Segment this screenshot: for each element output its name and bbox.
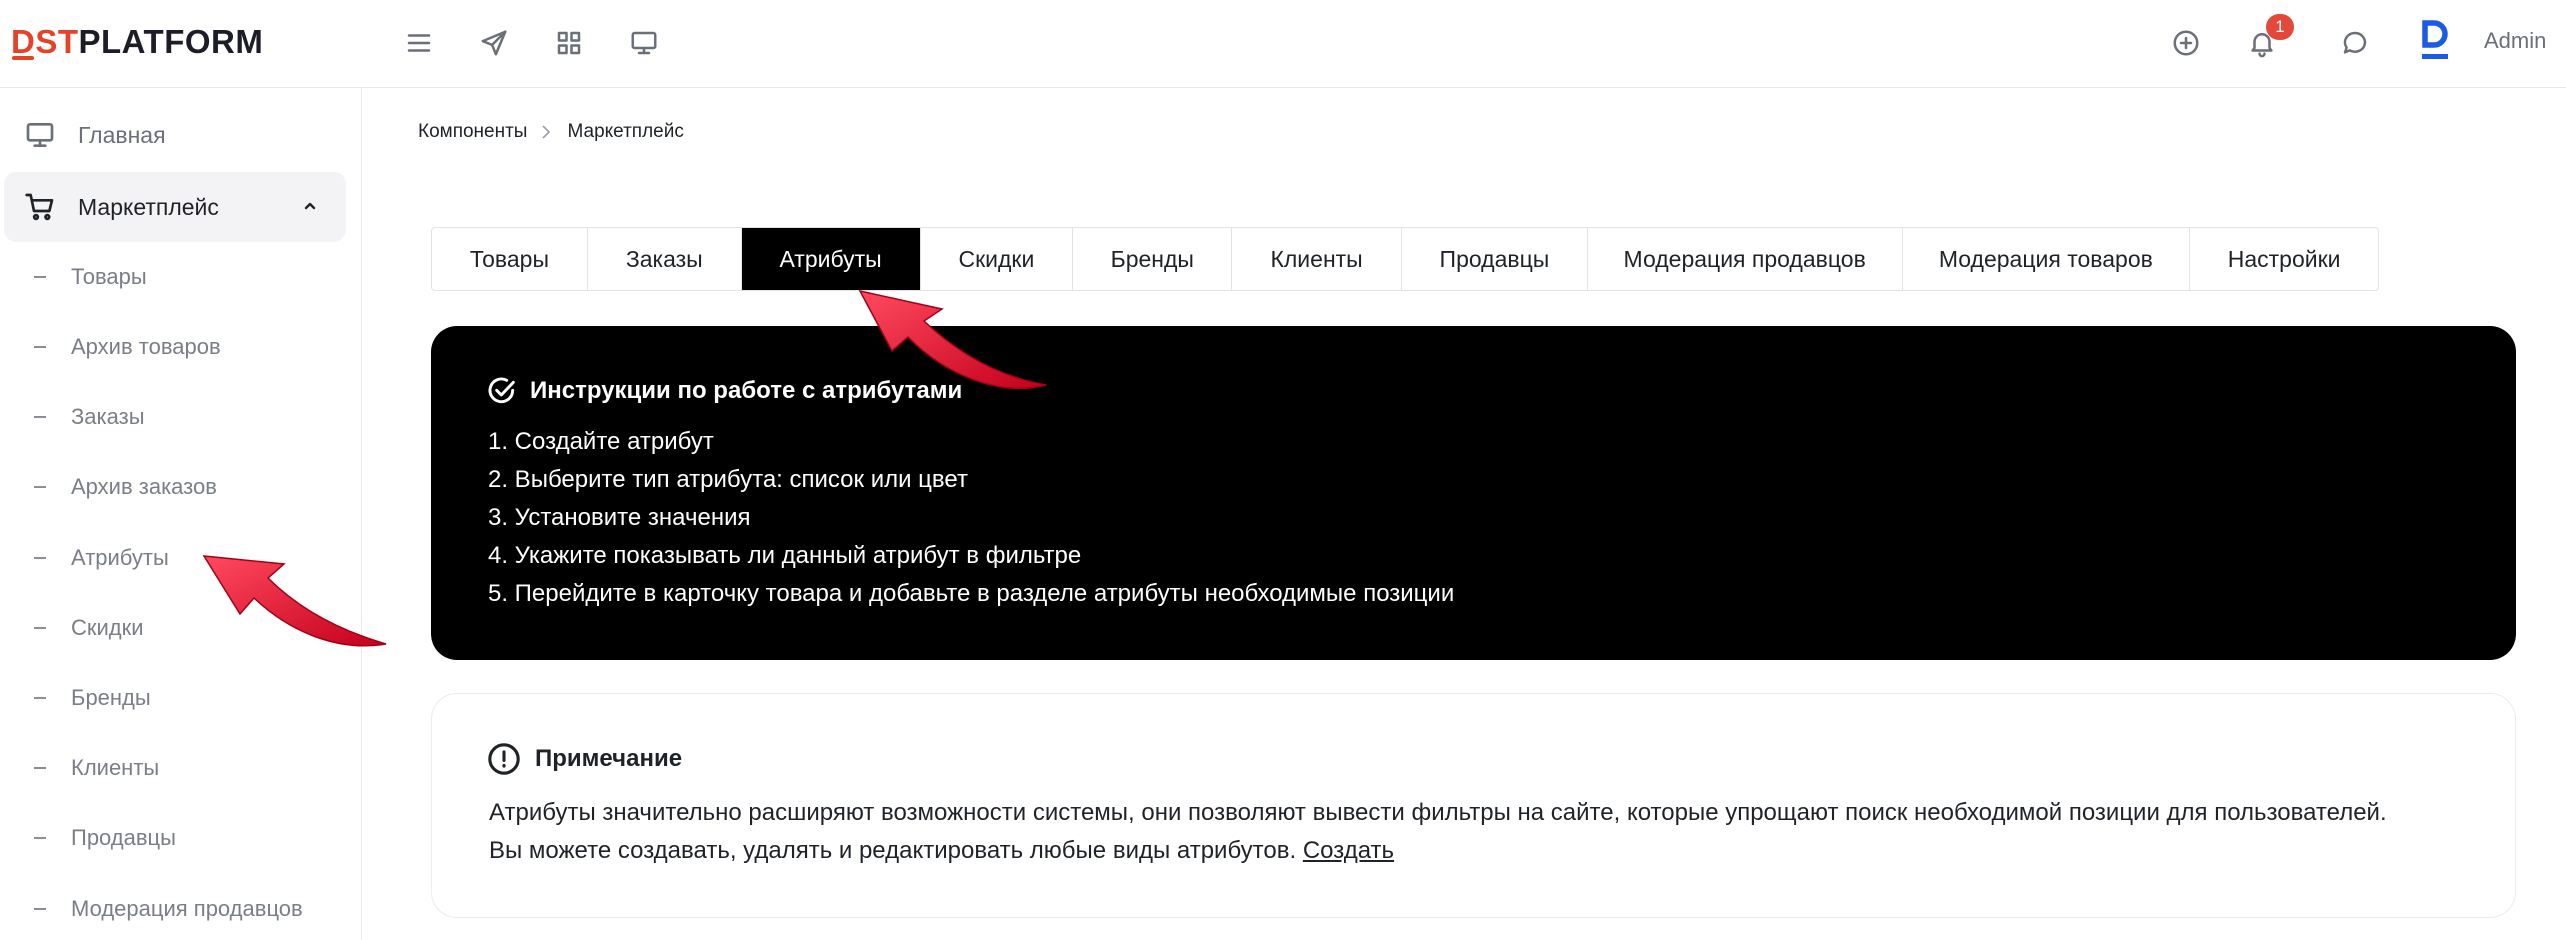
- sidebar-item-label: Скидки: [71, 615, 144, 640]
- instruction-step: 1. Создайте атрибут: [488, 428, 714, 455]
- notification-badge: 1: [2266, 14, 2294, 40]
- paper-plane-icon: [481, 30, 507, 56]
- menu-toggle-button[interactable]: [396, 20, 442, 66]
- instructions-title: Инструкции по работе с атрибутами: [530, 377, 963, 404]
- dash-icon: [34, 276, 46, 278]
- messages-button[interactable]: [2332, 20, 2378, 66]
- sidebar-item-sellers[interactable]: Продавцы: [34, 822, 176, 854]
- sidebar-item-label: Главная: [78, 121, 166, 148]
- note-header: Примечание: [487, 742, 682, 776]
- sidebar-item-label: Клиенты: [71, 755, 160, 780]
- add-button[interactable]: [2163, 20, 2209, 66]
- instructions-card: Инструкции по работе с атрибутами 1. Соз…: [431, 326, 2516, 660]
- sidebar-item-seller-moderation[interactable]: Модерация продавцов: [34, 893, 303, 925]
- breadcrumb-link[interactable]: Компоненты: [418, 121, 527, 143]
- instruction-step: 4. Укажите показывать ли данный атрибут …: [488, 542, 1082, 569]
- instructions-list: 1. Создайте атрибут 2. Выберите тип атри…: [488, 423, 1454, 613]
- chevron-up-icon: [302, 198, 318, 214]
- user-name[interactable]: Admin: [2484, 26, 2546, 56]
- tab-sellers[interactable]: Продавцы: [1402, 228, 1588, 290]
- instructions-header: Инструкции по работе с атрибутами: [486, 375, 962, 407]
- chevron-right-icon: [541, 125, 553, 139]
- logo-accent-text: DST: [11, 23, 79, 60]
- monitor-icon: [26, 123, 54, 147]
- tab-seller-moderation[interactable]: Модерация продавцов: [1588, 228, 1903, 290]
- logo[interactable]: DSTPLATFORM: [11, 22, 263, 62]
- tab-discounts[interactable]: Скидки: [921, 228, 1074, 290]
- instruction-step: 2. Выберите тип атрибута: список или цве…: [488, 466, 968, 493]
- note-text: Атрибуты значительно расширяют возможнос…: [489, 794, 2389, 870]
- breadcrumb: Компоненты Маркетплейс: [418, 121, 684, 143]
- create-link[interactable]: Создать: [1303, 837, 1394, 864]
- tab-orders[interactable]: Заказы: [588, 228, 742, 290]
- dash-icon: [34, 908, 46, 910]
- sidebar-section-marketplace[interactable]: Маркетплейс: [4, 172, 346, 242]
- sidebar-item-label: Бренды: [71, 685, 151, 710]
- sidebar-item-products-archive[interactable]: Архив товаров: [34, 331, 221, 363]
- sidebar-item-label: Атрибуты: [71, 545, 169, 570]
- preview-button[interactable]: [621, 20, 667, 66]
- sidebar-item-home[interactable]: Главная: [24, 119, 166, 151]
- tab-attributes[interactable]: Атрибуты: [741, 228, 921, 290]
- logo-text: PLATFORM: [78, 23, 264, 60]
- breadcrumb-current: Маркетплейс: [567, 121, 684, 142]
- send-button[interactable]: [471, 20, 517, 66]
- tab-brands[interactable]: Бренды: [1073, 228, 1233, 290]
- sidebar-item-label: Заказы: [71, 404, 145, 429]
- sidebar-section-label: Маркетплейс: [78, 193, 219, 220]
- sidebar-item-clients[interactable]: Клиенты: [34, 752, 159, 784]
- dash-icon: [34, 346, 46, 348]
- top-bar: DSTPLATFORM 1 Admin: [0, 0, 2566, 88]
- sidebar-item-label: Модерация продавцов: [71, 896, 303, 921]
- dash-icon: [34, 557, 46, 559]
- sidebar-item-discounts[interactable]: Скидки: [34, 612, 144, 644]
- sidebar-item-label: Архив заказов: [71, 474, 217, 499]
- tab-settings[interactable]: Настройки: [2190, 228, 2378, 290]
- avatar[interactable]: [2420, 19, 2450, 63]
- alert-circle-icon: [488, 743, 520, 775]
- tab-clients[interactable]: Клиенты: [1232, 228, 1403, 290]
- check-circle-icon: [488, 377, 515, 404]
- notifications-button[interactable]: 1: [2239, 14, 2294, 66]
- chat-bubble-icon: [2343, 31, 2367, 54]
- logo-underline: [12, 56, 34, 60]
- sidebar-item-label: Архив товаров: [71, 334, 221, 359]
- note-title: Примечание: [535, 745, 683, 772]
- dash-icon: [34, 416, 46, 418]
- sidebar-item-products[interactable]: Товары: [34, 261, 147, 293]
- shopping-cart-icon: [25, 193, 54, 221]
- dash-icon: [34, 837, 46, 839]
- sidebar-item-attributes[interactable]: Атрибуты: [34, 542, 169, 574]
- tab-products[interactable]: Товары: [432, 228, 588, 290]
- sidebar-item-label: Продавцы: [71, 825, 176, 850]
- instruction-step: 3. Установите значения: [488, 504, 751, 531]
- note-card: Примечание Атрибуты значительно расширяю…: [431, 693, 2516, 918]
- note-body: Атрибуты значительно расширяют возможнос…: [489, 799, 2387, 864]
- dash-icon: [34, 486, 46, 488]
- hamburger-icon: [407, 34, 431, 52]
- apps-button[interactable]: [546, 20, 592, 66]
- instruction-step: 5. Перейдите в карточку товара и добавьт…: [488, 580, 1455, 607]
- sidebar-item-label: Товары: [71, 264, 147, 289]
- dash-icon: [34, 627, 46, 629]
- dash-icon: [34, 697, 46, 699]
- sidebar: Главная Маркетплейс Товары Архив товаров…: [0, 88, 362, 940]
- plus-circle-icon: [2173, 30, 2199, 56]
- grid-icon: [557, 31, 581, 55]
- tab-bar: Товары Заказы Атрибуты Скидки Бренды Кли…: [431, 227, 2379, 291]
- monitor-icon: [631, 31, 657, 55]
- tab-product-moderation[interactable]: Модерация товаров: [1903, 228, 2191, 290]
- sidebar-item-orders-archive[interactable]: Архив заказов: [34, 471, 217, 503]
- dash-icon: [34, 767, 46, 769]
- sidebar-item-orders[interactable]: Заказы: [34, 401, 145, 433]
- sidebar-item-brands[interactable]: Бренды: [34, 682, 151, 714]
